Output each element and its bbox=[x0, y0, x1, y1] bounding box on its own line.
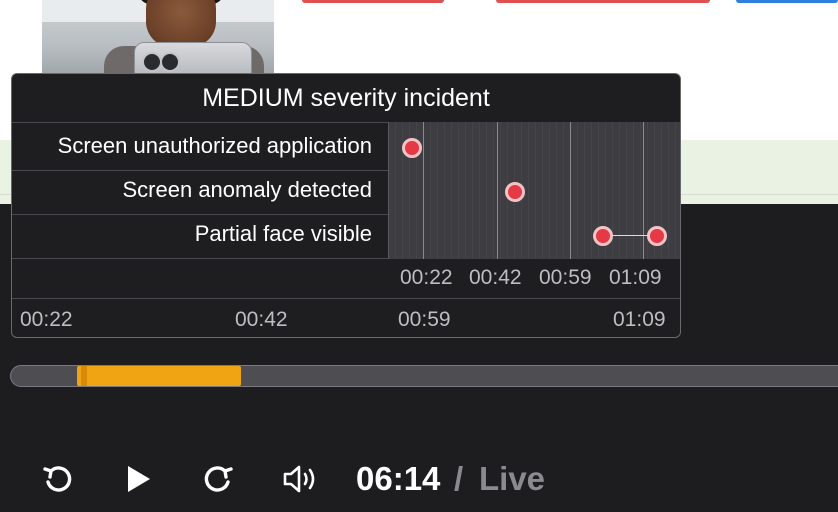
event-marker[interactable] bbox=[647, 226, 667, 246]
inner-axis-tick: 00:42 bbox=[469, 266, 522, 289]
outer-axis-tick: 00:42 bbox=[235, 308, 288, 331]
popup-title: MEDIUM severity incident bbox=[202, 84, 490, 112]
event-marker[interactable] bbox=[402, 138, 422, 158]
play-icon bbox=[119, 460, 157, 498]
inner-axis-tick: 00:59 bbox=[539, 266, 592, 289]
event-marker[interactable] bbox=[505, 182, 525, 202]
current-time: 06:14 bbox=[356, 460, 441, 497]
replay-button[interactable] bbox=[39, 460, 77, 498]
live-label[interactable]: Live bbox=[479, 458, 545, 500]
event-marker[interactable] bbox=[593, 226, 613, 246]
timeline-gridline bbox=[423, 122, 424, 259]
row-label-anomaly-detected: Screen anomaly detected bbox=[122, 177, 373, 202]
primary-button[interactable] bbox=[736, 0, 838, 3]
inner-axis-tick: 00:22 bbox=[400, 266, 453, 289]
inner-axis-tick: 01:09 bbox=[609, 266, 662, 289]
time-separator: / bbox=[454, 460, 464, 497]
event-timeline-plot bbox=[388, 122, 680, 259]
action-button[interactable] bbox=[302, 0, 444, 3]
row-label-partial-face: Partial face visible bbox=[194, 221, 372, 246]
webcam-thumbnail[interactable] bbox=[42, 0, 274, 76]
incident-highlight-segment[interactable] bbox=[77, 366, 241, 386]
playhead-marker[interactable] bbox=[81, 366, 87, 386]
outer-axis-tick: 01:09 bbox=[613, 308, 666, 331]
timeline-gridline bbox=[643, 122, 644, 259]
volume-button[interactable] bbox=[281, 460, 325, 498]
play-button[interactable] bbox=[119, 460, 157, 498]
row-divider bbox=[12, 298, 680, 299]
forward-button[interactable] bbox=[199, 460, 237, 498]
volume-icon bbox=[281, 460, 325, 498]
outer-axis-tick: 00:59 bbox=[398, 308, 451, 331]
timeline-gridline bbox=[497, 122, 498, 259]
outer-axis-tick: 00:22 bbox=[20, 308, 73, 331]
action-button[interactable] bbox=[496, 0, 710, 3]
incident-popup: MEDIUM severity incident Screen unauthor… bbox=[11, 73, 681, 338]
redo-icon bbox=[199, 460, 237, 498]
timeline-gridline bbox=[570, 122, 571, 259]
row-label-unauthorized-application: Screen unauthorized application bbox=[57, 133, 372, 158]
replay-icon bbox=[39, 460, 77, 498]
